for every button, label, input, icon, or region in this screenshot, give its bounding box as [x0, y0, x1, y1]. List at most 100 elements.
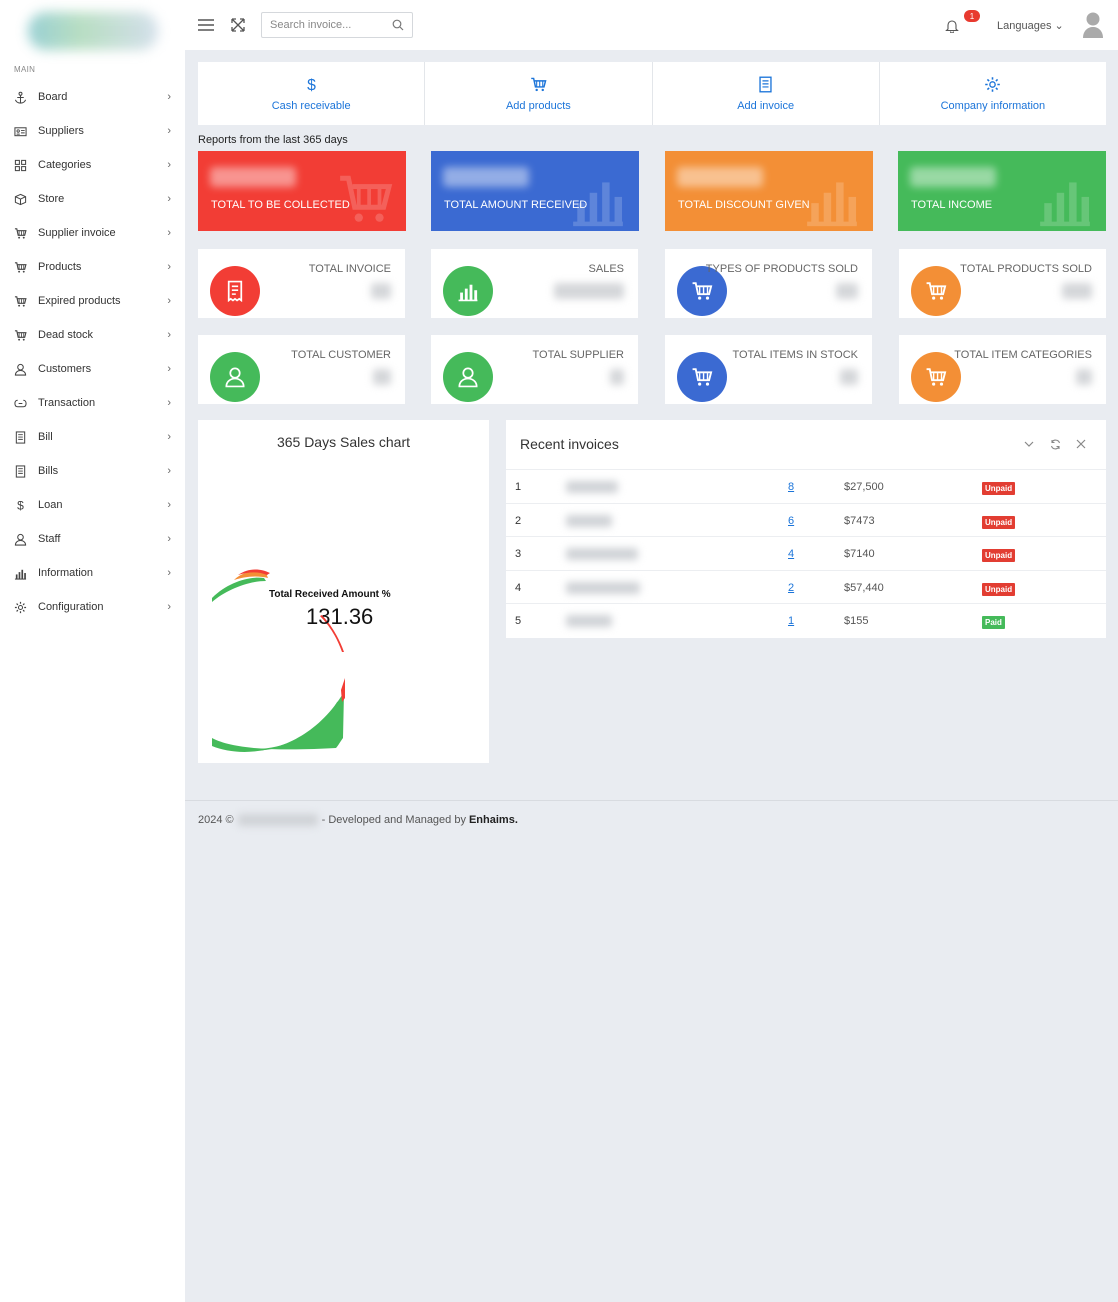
sidebar-item-customers[interactable]: Customers › [0, 352, 185, 386]
cart-icon [13, 328, 27, 342]
stat-value-blurred [1076, 369, 1092, 385]
box-icon [13, 192, 27, 206]
sidebar-item-bills[interactable]: Bills › [0, 454, 185, 488]
footer-brand-link[interactable]: Enhaims. [469, 814, 518, 826]
quick-action-add-products[interactable]: Add products [425, 62, 653, 125]
invoice-index: 2 [515, 514, 522, 527]
refresh-icon[interactable] [1048, 437, 1062, 451]
sidebar-item-suppliers[interactable]: Suppliers › [0, 114, 185, 148]
quick-action-company-information[interactable]: Company information [880, 62, 1106, 125]
stat-card-total-items-in-stock[interactable]: TOTAL ITEMS IN STOCK [665, 335, 872, 404]
collapse-icon[interactable] [1022, 437, 1036, 451]
quick-action-label: Add products [505, 99, 571, 112]
invoice-link[interactable]: 4 [788, 548, 794, 560]
user-icon [13, 362, 27, 376]
svg-text:$: $ [17, 499, 24, 512]
sidebar-item-configuration[interactable]: Configuration › [0, 590, 185, 624]
sidebar-item-transaction[interactable]: Transaction › [0, 386, 185, 420]
invoice-index: 3 [515, 548, 522, 561]
invoice-link[interactable]: 2 [788, 582, 794, 594]
sidebar-item-label: Transaction [38, 397, 96, 409]
bar-chart-icon [13, 566, 27, 580]
company-name-blurred [237, 814, 318, 826]
sidebar-item-store[interactable]: Store › [0, 182, 185, 216]
status-badge: Paid [982, 616, 1005, 630]
notification-bell-icon[interactable] [945, 18, 959, 36]
cart-icon [13, 294, 27, 308]
table-row[interactable]: 4 2 $57,440 Unpaid [506, 571, 1106, 605]
sidebar-item-label: Expired products [38, 295, 121, 307]
stat-card-total-customer[interactable]: TOTAL CUSTOMER [198, 335, 405, 404]
languages-dropdown[interactable]: Languages ⌄ [997, 19, 1064, 32]
recent-invoices-title: Recent invoices [520, 436, 619, 452]
table-row[interactable]: 2 6 $7473 Unpaid [506, 504, 1106, 538]
quick-action-cash-receivable[interactable]: $ Cash receivable [198, 62, 426, 125]
invoice-amount: $7473 [844, 514, 875, 527]
stat-card-label: SALES [588, 263, 624, 275]
chevron-right-icon: › [167, 159, 171, 171]
sidebar-item-loan[interactable]: $ Loan › [0, 488, 185, 522]
table-row[interactable]: 3 4 $7140 Unpaid [506, 537, 1106, 571]
recent-invoices-header: Recent invoices [506, 420, 1106, 470]
quick-actions-bar: $ Cash receivable Add products Add invoi… [198, 62, 1106, 125]
sidebar-item-staff[interactable]: Staff › [0, 522, 185, 556]
stat-card-label: TOTAL CUSTOMER [291, 349, 391, 361]
chevron-right-icon: › [167, 567, 171, 579]
notification-badge: 1 [964, 10, 980, 22]
status-badge: Unpaid [982, 582, 1016, 596]
languages-label: Languages [997, 20, 1052, 32]
user-avatar[interactable] [1082, 11, 1104, 39]
search-icon[interactable] [392, 19, 404, 31]
customer-name-blurred [566, 514, 612, 527]
stat-card-total-to-be-collected[interactable]: TOTAL TO BE COLLECTED [198, 151, 406, 231]
invoice-link[interactable]: 6 [788, 515, 794, 527]
quick-action-label: Company information [940, 99, 1046, 112]
bar-chart-icon [803, 170, 861, 231]
fullscreen-icon[interactable] [229, 16, 247, 34]
dollar-icon: $ [13, 498, 27, 512]
stat-value-blurred [677, 167, 763, 187]
invoice-link[interactable]: 1 [788, 615, 794, 627]
chart-center-label: Total Received Amount % [269, 589, 391, 600]
sidebar-item-board[interactable]: Board › [0, 80, 185, 114]
sidebar-item-products[interactable]: Products › [0, 250, 185, 284]
id-card-icon [13, 124, 27, 138]
stat-value-blurred [443, 167, 529, 187]
close-icon[interactable] [1074, 437, 1088, 451]
quick-action-add-invoice[interactable]: Add invoice [653, 62, 880, 125]
table-row[interactable]: 5 1 $155 Paid [506, 604, 1106, 638]
stat-card-total-invoice[interactable]: TOTAL INVOICE [198, 249, 405, 318]
stat-card-total-supplier[interactable]: TOTAL SUPPLIER [431, 335, 638, 404]
invoice-amount: $57,440 [844, 581, 884, 594]
table-row[interactable]: 1 8 $27,500 Unpaid [506, 470, 1106, 504]
stat-card-total-income[interactable]: TOTAL INCOME [898, 151, 1106, 231]
sidebar-item-label: Suppliers [38, 125, 84, 137]
sidebar-item-dead-stock[interactable]: Dead stock › [0, 318, 185, 352]
hamburger-menu-icon[interactable] [197, 16, 215, 34]
stat-card-total-amount-received[interactable]: TOTAL AMOUNT RECEIVED [431, 151, 639, 231]
sidebar-item-information[interactable]: Information › [0, 556, 185, 590]
stat-card-label: TOTAL SUPPLIER [532, 349, 625, 361]
status-badge: Unpaid [982, 515, 1016, 529]
company-logo[interactable] [28, 12, 158, 50]
invoice-table: 1 8 $27,500 Unpaid 2 6 $7473 Unpaid 3 4 $7… [506, 470, 1106, 638]
search-box [261, 12, 413, 38]
search-input[interactable] [270, 19, 380, 31]
stat-card-types-of-products-sold[interactable]: TYPES OF PRODUCTS SOLD [665, 249, 872, 318]
stat-card-total-products-sold[interactable]: TOTAL PRODUCTS SOLD [899, 249, 1106, 318]
sidebar-caption: MAIN [14, 65, 36, 74]
stat-card-label: TOTAL TO BE COLLECTED [211, 199, 350, 211]
invoice-index: 1 [515, 481, 522, 493]
stat-value-blurred [554, 283, 624, 299]
invoice-link[interactable]: 8 [788, 481, 794, 493]
sidebar-menu: Board › Suppliers › Categories › Store ›… [0, 80, 185, 624]
stat-card-sales[interactable]: SALES [431, 249, 638, 318]
user-icon [13, 532, 27, 546]
stat-card-total-discount-given[interactable]: TOTAL DISCOUNT GIVEN [665, 151, 873, 231]
stat-card-total-item-categories[interactable]: TOTAL ITEM CATEGORIES [899, 335, 1106, 404]
top-bar: 1 Languages ⌄ [185, 0, 1118, 50]
sidebar-item-categories[interactable]: Categories › [0, 148, 185, 182]
sidebar-item-expired-products[interactable]: Expired products › [0, 284, 185, 318]
sidebar-item-supplier-invoice[interactable]: Supplier invoice › [0, 216, 185, 250]
sidebar-item-bill[interactable]: Bill › [0, 420, 185, 454]
